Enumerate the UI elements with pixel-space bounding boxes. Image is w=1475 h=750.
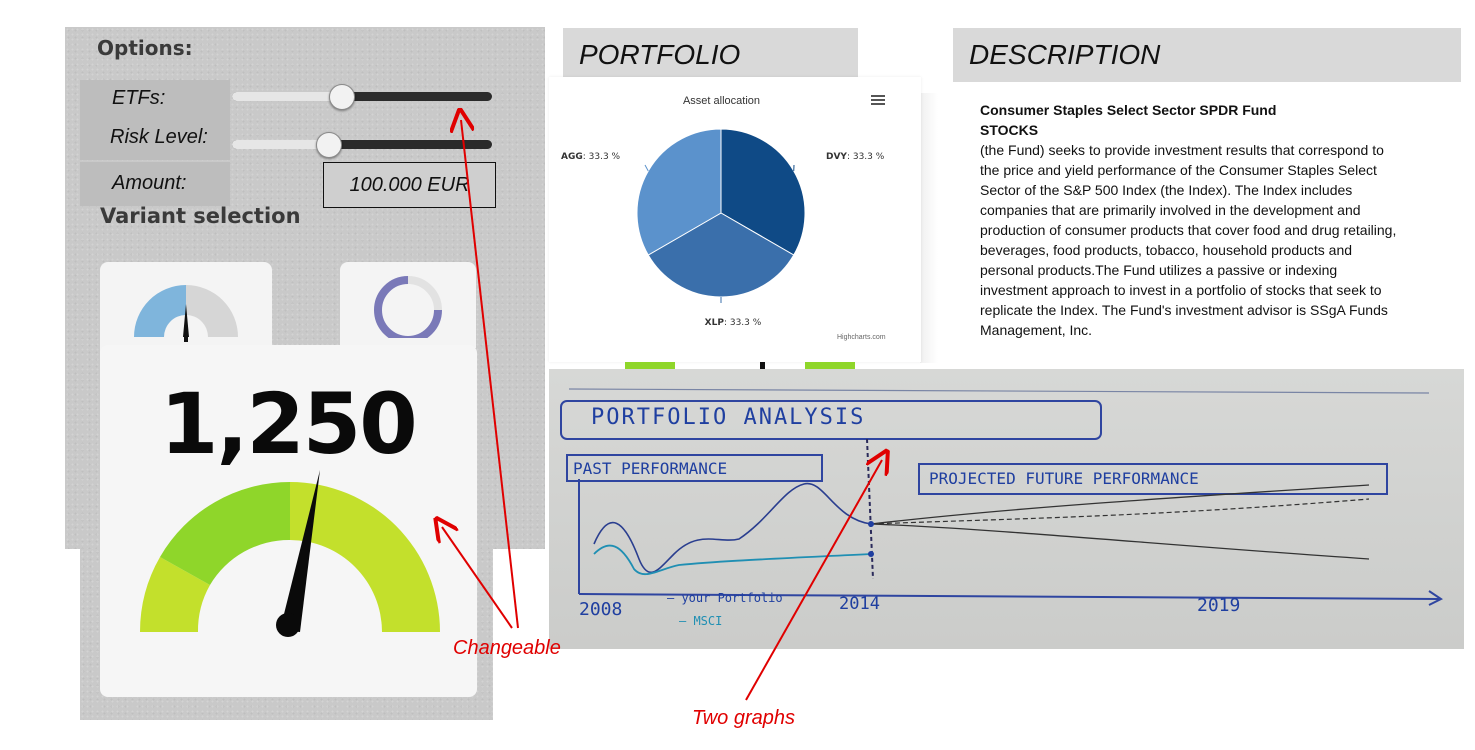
sketch-title: PORTFOLIO ANALYSIS: [591, 405, 866, 430]
asset-allocation-chart: Asset allocation DVY: 33.3 % XLP: 33.3 % A…: [549, 77, 921, 362]
options-title: Options:: [97, 36, 193, 60]
sketch-year-mid: 2014: [839, 594, 880, 614]
risk-slider-handle[interactable]: [316, 132, 342, 158]
chart-credit[interactable]: Highcharts.com: [837, 334, 886, 341]
fund-category: STOCKS: [980, 122, 1039, 138]
etfs-label: ETFs:: [112, 87, 166, 109]
description-header: DESCRIPTION: [953, 28, 1461, 82]
risk-level-slider[interactable]: [232, 132, 492, 158]
fund-name: Consumer Staples Select Sector SPDR Fund: [980, 102, 1277, 118]
fund-description: (the Fund) seeks to provide investment r…: [980, 142, 1397, 338]
amount-input[interactable]: 100.000 EUR: [323, 162, 496, 208]
pie-connector-agg: [644, 164, 649, 172]
etfs-slider[interactable]: [232, 84, 492, 110]
portfolio-header: PORTFOLIO: [563, 28, 858, 82]
sketch-year-end: 2019: [1197, 595, 1241, 616]
etfs-slider-fill: [232, 92, 341, 101]
etfs-slider-handle[interactable]: [329, 84, 355, 110]
mini-ring-icon: [374, 276, 442, 338]
mini-gauge-icon: [134, 285, 238, 342]
amount-label: Amount:: [112, 172, 187, 194]
pie-label-agg: AGG: 33.3 %: [561, 152, 621, 162]
pie-label-xlp: XLP: 33.3 %: [705, 318, 762, 328]
risk-slider-fill: [232, 140, 328, 149]
sketch-past-label: PAST PERFORMANCE: [573, 459, 728, 478]
variant-selection-title: Variant selection: [100, 204, 301, 228]
chart-card-edge: [920, 93, 938, 363]
pie-chart: DVY: 33.3 % XLP: 33.3 % AGG: 33.3 %: [561, 128, 885, 328]
sketch-future-label: PROJECTED FUTURE PERFORMANCE: [929, 469, 1199, 488]
portfolio-analysis-sketch: PORTFOLIO ANALYSIS PAST PERFORMANCE PROJ…: [549, 369, 1464, 649]
annotation-changeable: Changeable: [453, 637, 561, 659]
annotation-two-graphs: Two graphs: [692, 707, 796, 729]
big-gauge: [139, 470, 440, 637]
risk-level-label: Risk Level:: [110, 126, 208, 148]
description-body: Consumer Staples Select Sector SPDR Fund…: [980, 100, 1400, 340]
variant-card-ring[interactable]: [340, 262, 476, 348]
sketch-legend-portfolio: — your Portfolio: [667, 591, 783, 605]
pie-label-dvy: DVY: 33.3 %: [826, 152, 885, 162]
sketch-legend-msci: — MSCI: [679, 614, 723, 628]
gauge-pivot: [276, 613, 300, 637]
sketch-year-start: 2008: [579, 599, 623, 620]
gauge-value: 1,250: [160, 375, 418, 473]
